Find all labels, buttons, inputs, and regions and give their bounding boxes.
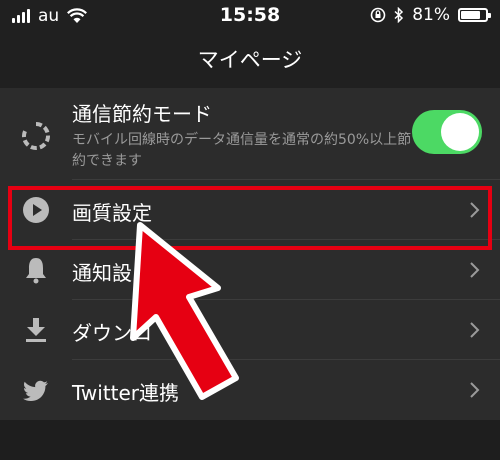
highlight-box <box>8 186 492 250</box>
download-settings-label: ダウンロ <box>72 321 152 345</box>
twitter-icon <box>23 380 48 401</box>
data-saver-row: 通信節約モード モバイル回線時のデータ通信量を通常の約50%以上節約できます <box>0 88 500 180</box>
twitter-link-row[interactable]: Twitter連携 <box>0 360 500 420</box>
data-saver-label: 通信節約モード <box>72 102 212 126</box>
twitter-link-label: Twitter連携 <box>72 381 180 405</box>
status-right: 81% <box>370 5 491 25</box>
download-icon <box>26 318 46 342</box>
my-page-screen: au 15:58 81% マイページ 通信節約モード モバイル回線時のデータ通信… <box>0 0 500 460</box>
battery-percent: 81% <box>412 5 450 25</box>
data-saver-description: モバイル回線時のデータ通信量を通常の約50%以上節約できます <box>72 132 412 169</box>
page-title: マイページ <box>197 48 303 72</box>
settings-list: 通信節約モード モバイル回線時のデータ通信量を通常の約50%以上節約できます 画… <box>0 88 500 420</box>
bell-icon <box>26 258 46 284</box>
data-saver-toggle[interactable] <box>412 110 482 154</box>
chevron-right-icon <box>470 322 480 338</box>
chevron-right-icon <box>470 382 480 398</box>
chevron-right-icon <box>470 262 480 278</box>
battery-level-fill <box>461 11 480 19</box>
status-bar: au 15:58 81% <box>0 0 500 32</box>
orientation-lock-icon <box>370 7 386 23</box>
bottom-area <box>0 420 500 460</box>
navigation-bar: マイページ <box>0 32 500 88</box>
bluetooth-icon <box>394 7 404 23</box>
battery-icon <box>458 8 491 22</box>
download-settings-row[interactable]: ダウンロ <box>0 300 500 360</box>
data-saver-icon <box>22 122 50 150</box>
toggle-knob <box>441 113 479 151</box>
notification-settings-label: 通知設 <box>72 261 132 285</box>
